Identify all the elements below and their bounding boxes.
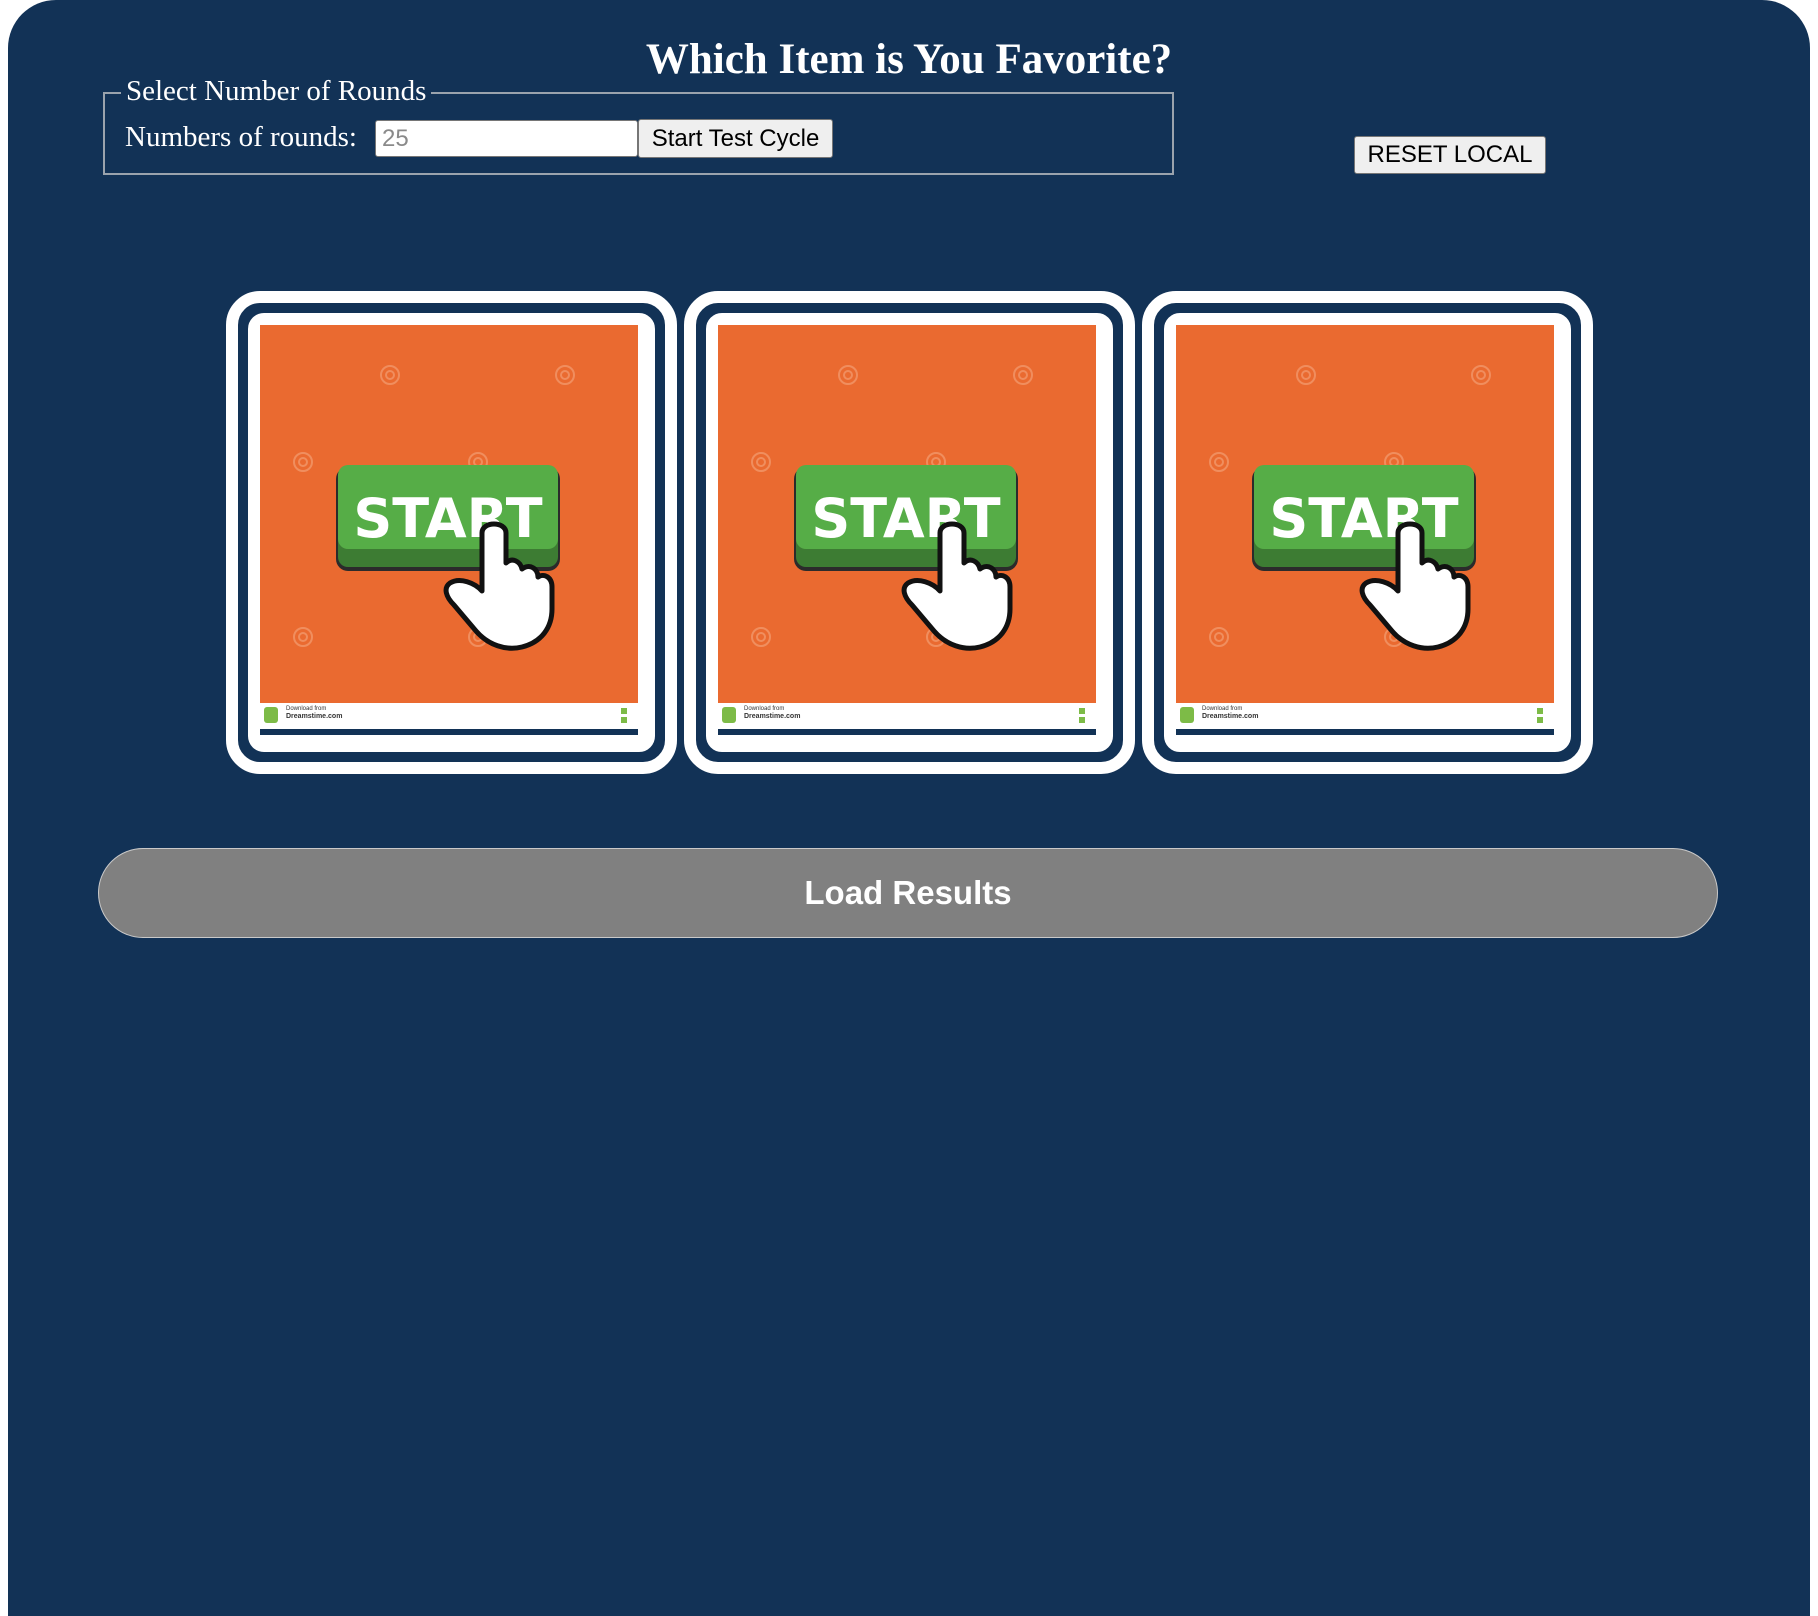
start-button-illustration: START — [293, 365, 575, 651]
item-card-1[interactable]: START Download from Dreamstime.com — [226, 291, 677, 774]
start-label: START — [811, 487, 1000, 550]
credit-text: Download from Dreamstime.com — [1202, 706, 1259, 720]
start-test-cycle-button[interactable]: Start Test Cycle — [638, 119, 833, 158]
card-bottom-bar — [260, 729, 638, 735]
load-results-button[interactable]: Load Results — [98, 848, 1718, 938]
image-credit-strip: Download from Dreamstime.com — [718, 705, 1096, 727]
item-image-frame: START Download from Dreamstime.com — [1164, 313, 1571, 752]
item-image-frame: START Download from Dreamstime.com — [706, 313, 1113, 752]
rounds-legend: Select Number of Rounds — [121, 74, 432, 108]
rounds-fieldset: Select Number of Rounds Numbers of round… — [103, 74, 1174, 175]
start-label: START — [1269, 487, 1458, 550]
reset-local-button[interactable]: RESET LOCAL — [1354, 136, 1546, 174]
credit-meta — [1079, 707, 1088, 725]
rounds-label: Numbers of rounds: — [125, 121, 357, 153]
dreamstime-logo-icon — [722, 707, 736, 723]
item-image[interactable]: START — [718, 325, 1096, 703]
start-label: START — [353, 487, 542, 550]
card-bottom-bar — [1176, 729, 1554, 735]
credit-text: Download from Dreamstime.com — [744, 706, 801, 720]
credit-text: Download from Dreamstime.com — [286, 706, 343, 720]
credit-meta — [1537, 707, 1546, 725]
item-image-frame: START Download from Dreamstime.com — [248, 313, 655, 752]
credit-meta — [621, 707, 630, 725]
rounds-input[interactable] — [375, 120, 638, 157]
image-credit-strip: Download from Dreamstime.com — [260, 705, 638, 727]
card-bottom-bar — [718, 729, 1096, 735]
dreamstime-logo-icon — [1180, 707, 1194, 723]
item-image[interactable]: START — [1176, 325, 1554, 703]
start-button-illustration: START — [1209, 365, 1491, 651]
app-container: Which Item is You Favorite? Select Numbe… — [8, 0, 1810, 1616]
image-credit-strip: Download from Dreamstime.com — [1176, 705, 1554, 727]
item-card-3[interactable]: START Download from Dreamstime.com — [1142, 291, 1593, 774]
start-button-illustration: START — [751, 365, 1033, 651]
item-card-2[interactable]: START Download from Dreamstime.com — [684, 291, 1135, 774]
item-image[interactable]: START — [260, 325, 638, 703]
dreamstime-logo-icon — [264, 707, 278, 723]
